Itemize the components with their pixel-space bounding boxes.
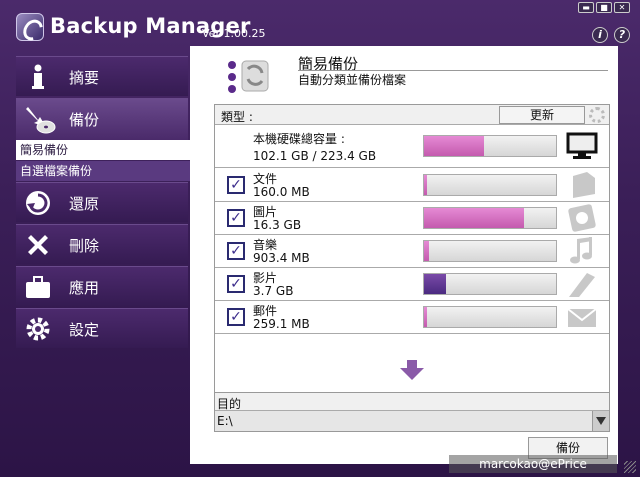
resize-grip-icon[interactable]: [624, 461, 636, 473]
category-checkbox[interactable]: ✓: [227, 308, 245, 326]
category-usage-bar: [423, 207, 557, 229]
disk-row: 本機硬碟總容量 : 102.1 GB / 223.4 GB: [215, 126, 609, 168]
restore-icon: [24, 189, 52, 217]
submenu-custom-backup[interactable]: 自選檔案備份: [16, 161, 190, 181]
category-grid: 類型 : 更新 本機硬碟總容量 : 102.1 GB / 223.4 GB ✓ 文…: [214, 104, 610, 396]
help-area: i ?: [592, 27, 630, 43]
window-controls: ▬ ■ ✕: [578, 2, 630, 13]
sidebar-item-delete[interactable]: 刪除: [16, 224, 188, 264]
app-window: Backup Manager Ver 1.00.25 ▬ ■ ✕ i ? 摘要 …: [0, 0, 640, 477]
info-icon: [24, 63, 52, 91]
category-row: ✓ 音樂 903.4 MB: [215, 235, 609, 268]
loading-spinner-icon: [589, 107, 605, 123]
sidebar-item-label: 摘要: [69, 69, 100, 87]
photo-icon: [565, 203, 599, 233]
category-checkbox[interactable]: ✓: [227, 275, 245, 293]
category-usage-bar: [423, 174, 557, 196]
category-usage-fill: [424, 175, 427, 195]
destination-value: E:\: [217, 414, 233, 428]
category-size: 16.3 GB: [253, 218, 302, 232]
grid-header: 類型 : 更新: [215, 105, 609, 125]
backup-disc-icon: [24, 105, 56, 134]
category-usage-bar: [423, 306, 557, 328]
briefcase-icon: [24, 273, 52, 301]
destination-panel: 目的 E:\: [214, 392, 610, 432]
disk-usage-bar: [423, 135, 557, 157]
category-checkbox[interactable]: ✓: [227, 242, 245, 260]
disk-usage-fill: [424, 136, 485, 156]
sidebar-item-label: 刪除: [69, 237, 100, 255]
type-label: 類型 :: [221, 110, 253, 124]
category-usage-bar: [423, 273, 557, 295]
category-row: ✓ 影片 3.7 GB: [215, 268, 609, 301]
gear-icon: [24, 315, 52, 343]
watermark: marcokao@ePrice: [449, 455, 617, 473]
app-logo-icon: [16, 13, 44, 41]
close-button[interactable]: ✕: [614, 2, 630, 13]
sidebar-item-label: 設定: [69, 321, 100, 339]
category-size: 160.0 MB: [253, 185, 310, 199]
maximize-button[interactable]: ■: [596, 2, 612, 13]
sidebar-item-summary[interactable]: 摘要: [16, 56, 188, 96]
category-usage-fill: [424, 208, 525, 228]
delete-icon: [24, 231, 52, 259]
destination-select[interactable]: E:\: [215, 410, 609, 431]
monitor-icon: [565, 131, 599, 161]
info-icon[interactable]: i: [592, 27, 608, 43]
category-usage-bar: [423, 240, 557, 262]
sidebar: 摘要 備份 還原 刪除 應用 設定: [16, 56, 190, 356]
minimize-button[interactable]: ▬: [578, 2, 594, 13]
category-usage-fill: [424, 241, 430, 261]
version-label: Ver 1.00.25: [202, 27, 266, 40]
disk-size: 102.1 GB / 223.4 GB: [253, 149, 377, 163]
category-checkbox[interactable]: ✓: [227, 176, 245, 194]
category-usage-fill: [424, 307, 427, 327]
submenu-easy-backup[interactable]: 簡易備份: [16, 140, 190, 160]
page-subtitle: 自動分類並備份檔案: [298, 73, 407, 87]
disk-label: 本機硬碟總容量 :: [253, 132, 345, 146]
help-icon[interactable]: ?: [614, 27, 630, 43]
category-usage-fill: [424, 274, 447, 294]
arrow-down-icon: [400, 360, 424, 380]
sidebar-item-backup[interactable]: 備份: [16, 98, 188, 140]
category-row: ✓ 圖片 16.3 GB: [215, 202, 609, 235]
music-note-icon: [565, 236, 599, 266]
sidebar-item-settings[interactable]: 設定: [16, 308, 188, 348]
title-bar: Backup Manager Ver 1.00.25 ▬ ■ ✕ i ?: [0, 0, 640, 46]
sidebar-item-label: 還原: [69, 195, 100, 213]
category-row: ✓ 郵件 259.1 MB: [215, 301, 609, 334]
chevron-down-icon[interactable]: [592, 411, 609, 431]
document-icon: [565, 170, 599, 200]
main-panel: 簡易備份 自動分類並備份檔案 類型 : 更新 本機硬碟總容量 : 102.1 G…: [190, 46, 618, 464]
category-size: 903.4 MB: [253, 251, 310, 265]
sidebar-item-label: 備份: [69, 111, 100, 129]
sidebar-item-apps[interactable]: 應用: [16, 266, 188, 306]
mail-icon: [565, 302, 599, 332]
sidebar-item-restore[interactable]: 還原: [16, 182, 188, 222]
video-icon: [565, 269, 599, 299]
sidebar-item-label: 應用: [69, 279, 100, 297]
category-size: 3.7 GB: [253, 284, 294, 298]
category-size: 259.1 MB: [253, 317, 310, 331]
refresh-button[interactable]: 更新: [499, 106, 585, 124]
category-row: ✓ 文件 160.0 MB: [215, 169, 609, 202]
category-checkbox[interactable]: ✓: [227, 209, 245, 227]
easy-backup-icon: [226, 55, 270, 97]
